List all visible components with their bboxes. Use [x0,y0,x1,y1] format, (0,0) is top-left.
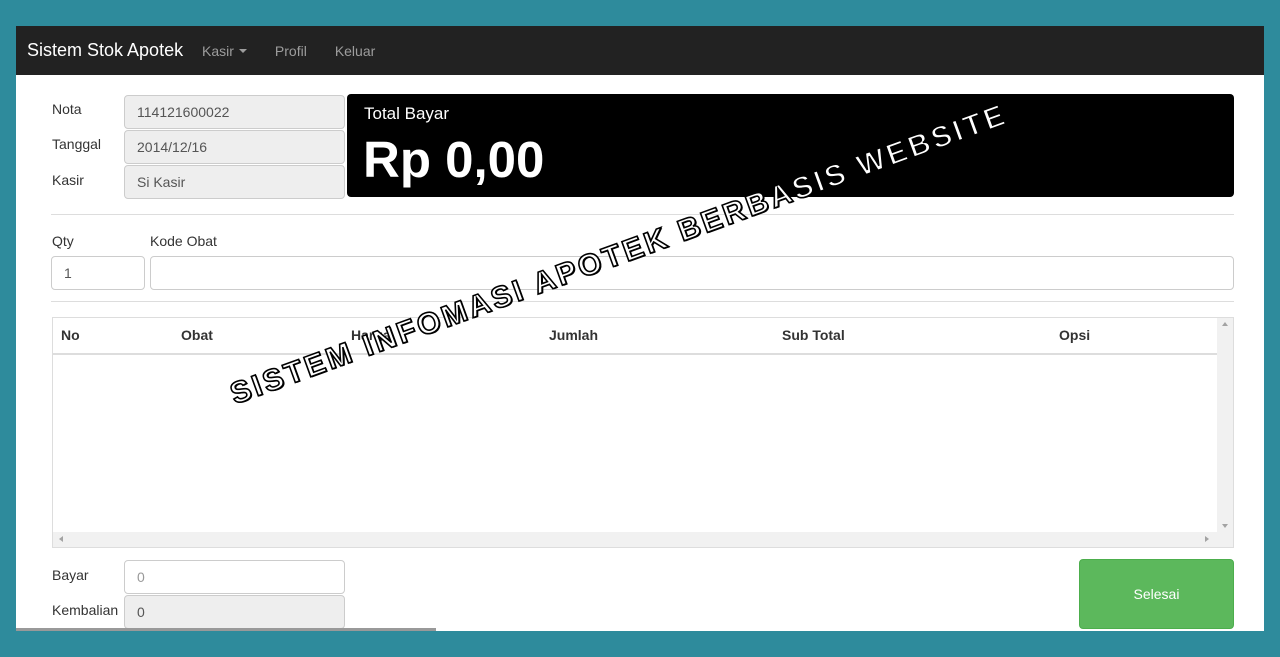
tanggal-field: 2014/12/16 [124,130,345,164]
caret-down-icon [238,48,247,53]
scroll-down-icon[interactable] [1222,524,1228,528]
page-frame: Sistem Stok Apotek Kasir Profil Keluar N… [16,26,1264,631]
bayar-label: Bayar [52,567,89,583]
kasir-field: Si Kasir [124,165,345,199]
nav-kasir-label: Kasir [202,42,234,59]
bayar-input[interactable]: 0 [124,560,345,594]
table-header-border [53,353,1218,355]
scroll-up-icon[interactable] [1222,322,1228,326]
column-header-opsi: Opsi [1059,327,1091,343]
scroll-left-icon[interactable] [59,536,63,542]
total-bayar-value: Rp 0,00 [363,131,545,188]
vertical-scrollbar[interactable] [1217,318,1233,533]
horizontal-scrollbar[interactable] [53,532,1233,547]
items-table: No Obat Harga Jumlah Sub Total Opsi [52,317,1234,548]
column-header-no: No [61,327,80,343]
column-header-jumlah: Jumlah [549,327,599,343]
column-header-obat: Obat [181,327,213,343]
scroll-right-icon[interactable] [1205,536,1209,542]
tanggal-label: Tanggal [52,136,102,152]
total-bayar-label: Total Bayar [364,104,450,123]
nav-keluar[interactable]: Keluar [335,43,375,59]
nav-kasir-dropdown[interactable]: Kasir [202,43,247,59]
kode-obat-input[interactable] [150,256,1234,290]
kasir-label: Kasir [52,172,84,188]
divider [51,301,1234,302]
page-scrollbar[interactable] [16,628,436,631]
qty-input[interactable]: 1 [51,256,145,290]
nota-field: 114121600022 [124,95,345,129]
kembalian-label: Kembalian [52,602,119,618]
selesai-button[interactable]: Selesai [1079,559,1234,629]
qty-label: Qty [52,233,74,249]
navbar: Sistem Stok Apotek Kasir Profil Keluar [16,26,1264,75]
divider [51,214,1234,215]
kode-obat-label: Kode Obat [150,233,217,249]
kembalian-field: 0 [124,595,345,629]
nav-profil[interactable]: Profil [275,43,307,59]
nota-label: Nota [52,101,82,117]
brand-title[interactable]: Sistem Stok Apotek [16,40,202,61]
column-header-sub-total: Sub Total [782,327,845,343]
